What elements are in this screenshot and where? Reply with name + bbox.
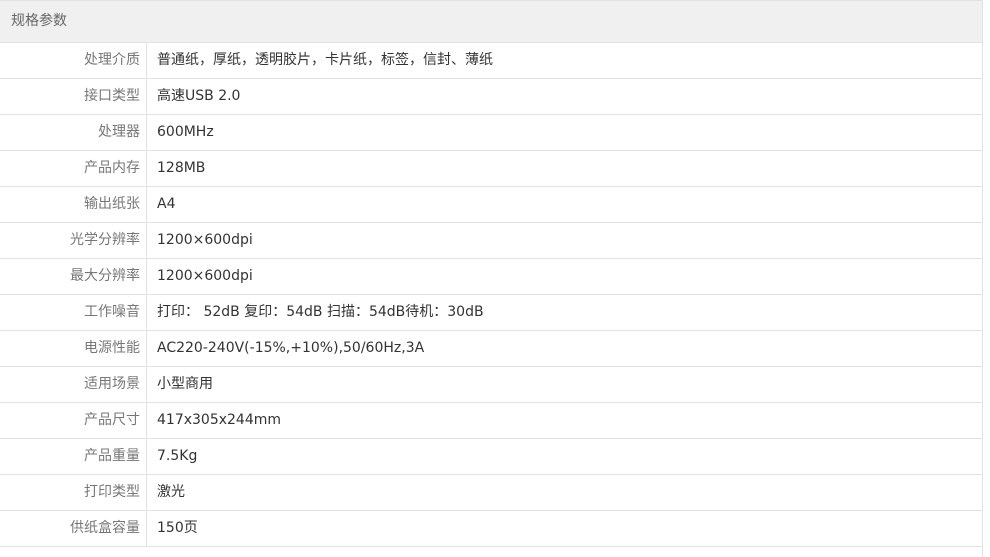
spec-value: 激光 — [157, 484, 185, 500]
spec-value: 1200×600dpi — [157, 232, 253, 248]
spec-label: 产品内存 — [0, 151, 147, 186]
spec-value: AC220-240V(-15%,+10%),50/60Hz,3A — [157, 340, 425, 356]
spec-label: 供纸盒容量 — [0, 511, 147, 546]
spec-row-print-type: 打印类型 激光 — [0, 475, 982, 511]
spec-label: 产品重量 — [0, 439, 147, 474]
spec-row-memory: 产品内存 128MB — [0, 151, 982, 187]
spec-label: 光学分辨率 — [0, 223, 147, 258]
spec-label: 工作噪音 — [0, 295, 147, 330]
spec-value: 7.5Kg — [157, 448, 198, 464]
spec-row-processor: 处理器 600MHz — [0, 115, 982, 151]
spec-label: 电源性能 — [0, 331, 147, 366]
spec-value: 1200×600dpi — [157, 268, 253, 284]
spec-value: 普通纸，厚纸，透明胶片，卡片纸，标签，信封、薄纸 — [157, 52, 493, 68]
spec-value: 150页 — [157, 520, 198, 536]
spec-label: 输出纸张 — [0, 187, 147, 222]
spec-row-power: 电源性能 AC220-240V(-15%,+10%),50/60Hz,3A — [0, 331, 982, 367]
spec-table: 处理介质 普通纸，厚纸，透明胶片，卡片纸，标签，信封、薄纸 接口类型 高速USB… — [0, 43, 982, 547]
spec-label: 产品尺寸 — [0, 403, 147, 438]
spec-label: 打印类型 — [0, 475, 147, 510]
spec-label: 适用场景 — [0, 367, 147, 402]
spec-label: 最大分辨率 — [0, 259, 147, 294]
spec-row-dimensions: 产品尺寸 417x305x244mm — [0, 403, 982, 439]
spec-value: 小型商用 — [157, 376, 213, 392]
spec-row-tray-capacity: 供纸盒容量 150页 — [0, 511, 982, 547]
spec-value: A4 — [157, 196, 176, 212]
spec-panel: 规格参数 处理介质 普通纸，厚纸，透明胶片，卡片纸，标签，信封、薄纸 接口类型 … — [0, 0, 983, 557]
spec-row-use-case: 适用场景 小型商用 — [0, 367, 982, 403]
spec-row-paper-output: 输出纸张 A4 — [0, 187, 982, 223]
spec-value: 600MHz — [157, 124, 214, 140]
spec-label: 接口类型 — [0, 79, 147, 114]
spec-row-interface: 接口类型 高速USB 2.0 — [0, 79, 982, 115]
spec-label: 处理器 — [0, 115, 147, 150]
spec-row-media: 处理介质 普通纸，厚纸，透明胶片，卡片纸，标签，信封、薄纸 — [0, 43, 982, 79]
spec-row-max-resolution: 最大分辨率 1200×600dpi — [0, 259, 982, 295]
spec-value: 打印： 52dB 复印：54dB 扫描：54dB待机：30dB — [157, 304, 484, 320]
spec-title: 规格参数 — [0, 1, 982, 43]
spec-label: 处理介质 — [0, 43, 147, 78]
spec-row-noise: 工作噪音 打印： 52dB 复印：54dB 扫描：54dB待机：30dB — [0, 295, 982, 331]
spec-value: 128MB — [157, 160, 206, 176]
spec-value: 417x305x244mm — [157, 412, 282, 428]
spec-row-optical-resolution: 光学分辨率 1200×600dpi — [0, 223, 982, 259]
spec-value: 高速USB 2.0 — [157, 88, 241, 104]
spec-row-weight: 产品重量 7.5Kg — [0, 439, 982, 475]
